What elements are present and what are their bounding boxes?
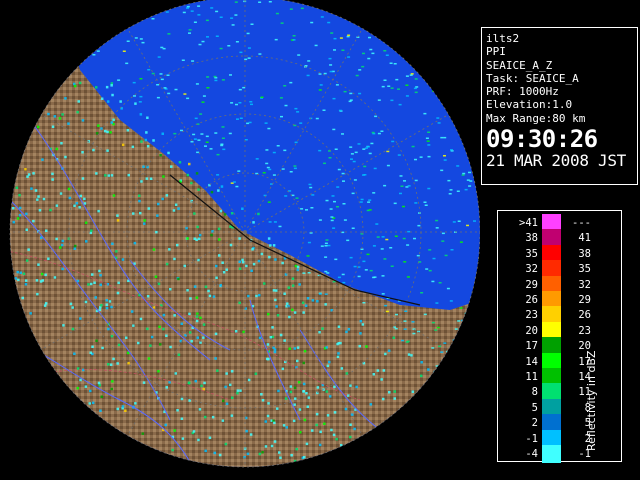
legend-color-swatch bbox=[542, 445, 561, 463]
max-range: Max Range:80 km bbox=[486, 111, 586, 125]
legend-unit-label: Reflectivity in dBZ bbox=[585, 350, 598, 451]
radar-info-panel: ilts2 PPI SEAICE_A_Z Task: SEAICE_A PRF:… bbox=[481, 27, 638, 185]
radar-map-canvas bbox=[0, 0, 480, 480]
scan-date: 21 MAR 2008 JST bbox=[486, 151, 626, 171]
legend-lower-bound: -4 bbox=[525, 448, 538, 460]
prf: PRF: 1000Hz bbox=[486, 85, 559, 99]
task-name: Task: SEAICE_A bbox=[486, 71, 579, 85]
scan-time: 09:30:26 bbox=[486, 125, 598, 154]
elevation: Elevation:1.0 bbox=[486, 98, 573, 112]
legend-row: -4 -1 bbox=[498, 445, 594, 463]
product-name: SEAICE_A_Z bbox=[486, 58, 553, 72]
reflectivity-legend: >41 --- 38 41 35 38 32 35 29 32 26 29 23 26 20 23 17 20 14… bbox=[497, 210, 622, 463]
radar-name: ilts2 bbox=[486, 32, 520, 45]
radar-ppi-map bbox=[0, 0, 480, 480]
scan-type: PPI bbox=[486, 45, 506, 59]
